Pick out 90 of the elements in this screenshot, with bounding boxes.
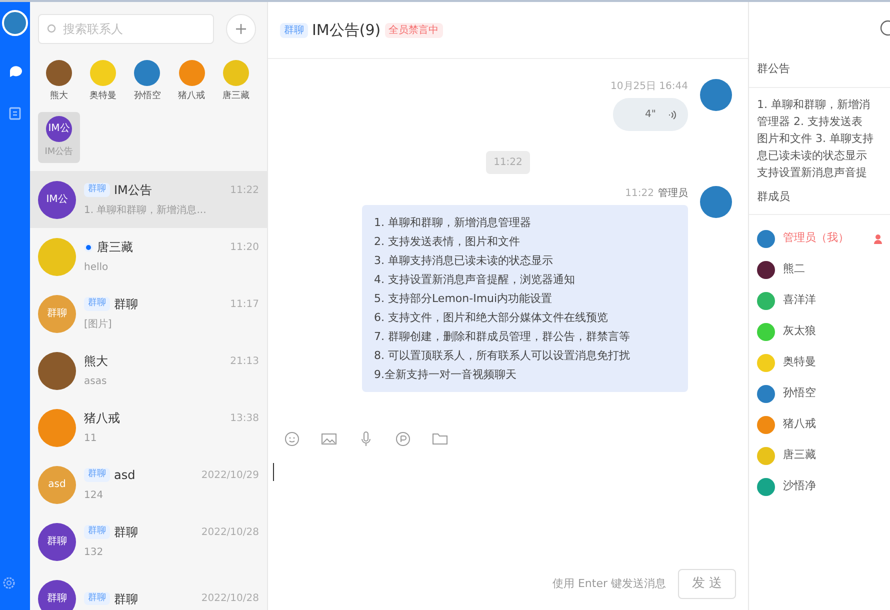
contacts-icon[interactable] bbox=[8, 106, 22, 120]
message-time: 10月25日 16:44 bbox=[610, 80, 688, 94]
add-button[interactable] bbox=[226, 14, 256, 44]
search-field[interactable]: 搜索联系人 bbox=[38, 14, 214, 44]
emoji-icon[interactable] bbox=[284, 431, 300, 447]
conversation-name: 群聊 bbox=[114, 590, 138, 608]
message-preview: asas bbox=[84, 375, 108, 389]
conversation-name: asd bbox=[114, 467, 136, 484]
members-title: 群成员 bbox=[749, 181, 890, 215]
voice-message[interactable]: 4" bbox=[613, 98, 688, 131]
message-time: 11:22 bbox=[625, 187, 654, 201]
message-preview: 1. 单聊和群聊，新增消息... bbox=[84, 204, 208, 218]
admin-icon bbox=[874, 234, 882, 244]
conversation-item[interactable]: 群聊 群聊 群聊 2022/10/28 bbox=[30, 570, 267, 610]
sender-avatar bbox=[700, 186, 732, 218]
sender-avatar bbox=[700, 79, 732, 111]
avatar: asd bbox=[38, 466, 76, 504]
chat-title: IM公告(9) bbox=[312, 20, 381, 41]
circle-icon[interactable] bbox=[395, 431, 411, 447]
group-tag: 群聊 bbox=[84, 297, 110, 311]
avatar: IM公 bbox=[46, 116, 72, 142]
group-tag: 群聊 bbox=[280, 22, 308, 38]
conversation-time: 11:20 bbox=[230, 240, 259, 254]
conversation-time: 2022/10/28 bbox=[201, 592, 259, 606]
conversation-time: 11:22 bbox=[230, 184, 259, 198]
group-tag: 群聊 bbox=[84, 183, 110, 197]
top-contact[interactable]: 奥特曼 bbox=[82, 56, 124, 108]
conversation-name: 熊大 bbox=[84, 353, 108, 370]
member-name[interactable]: 熊二 bbox=[783, 261, 805, 278]
conversation-item[interactable]: 熊大 21:13 asas bbox=[30, 342, 267, 399]
conversation-time: 2022/10/29 bbox=[201, 468, 259, 482]
image-icon[interactable] bbox=[321, 431, 337, 447]
chat-icon[interactable] bbox=[8, 64, 22, 78]
top-contact[interactable]: IM公 IM公告 bbox=[38, 112, 80, 163]
message-preview: hello bbox=[84, 261, 110, 275]
contact-name: IM公告 bbox=[44, 146, 74, 158]
conversation-item[interactable]: 群聊 群聊 群聊 2022/10/28 132 bbox=[30, 513, 267, 570]
avatar: 群聊 bbox=[38, 294, 76, 332]
conversation-item[interactable]: 猪八戒 13:38 11 bbox=[30, 399, 267, 456]
conversation-time: 13:38 bbox=[230, 412, 259, 426]
notice-text: 1. 单聊和群聊，新增消 管理器 2. 支持发送表 图片和文件 3. 单聊支持 息已读未读的状态显示 支持设置新消息声音提 bbox=[756, 97, 874, 181]
user-avatar[interactable] bbox=[2, 10, 28, 36]
conversation-time: 2022/10/28 bbox=[201, 526, 259, 540]
group-tag: 群聊 bbox=[84, 525, 110, 539]
group-tag: 群聊 bbox=[84, 468, 110, 482]
member-name[interactable]: 孙悟空 bbox=[783, 385, 816, 402]
top-contact[interactable]: 孙悟空 bbox=[126, 56, 168, 108]
mute-badge: 全员禁言中 bbox=[384, 22, 443, 38]
conversation-time: 21:13 bbox=[230, 354, 259, 368]
conversation-name: 唐三藏 bbox=[97, 239, 133, 256]
member-name[interactable]: 唐三藏 bbox=[783, 447, 816, 464]
member-name[interactable]: 奥特曼 bbox=[783, 354, 816, 371]
contact-name: 孙悟空 bbox=[134, 90, 161, 103]
conversation-name: IM公告 bbox=[114, 182, 152, 199]
send-hint: 使用 Enter 键发送消息 bbox=[552, 576, 666, 592]
member-name[interactable]: 灰太狼 bbox=[783, 323, 816, 340]
settings-icon[interactable] bbox=[2, 576, 16, 590]
member-name[interactable]: 猪八戒 bbox=[783, 416, 816, 433]
message-preview: 124 bbox=[84, 489, 104, 503]
message-preview: [图片] bbox=[84, 318, 113, 332]
member-name[interactable]: 沙悟净 bbox=[783, 478, 816, 495]
conversation-item[interactable]: 唐三藏 11:20 hello bbox=[30, 228, 267, 285]
top-contact[interactable]: 猪八戒 bbox=[170, 56, 213, 108]
message-preview: 132 bbox=[84, 546, 104, 560]
avatar: 群聊 bbox=[38, 580, 76, 610]
conversation-time: 11:17 bbox=[230, 298, 259, 312]
conversation-name: 猪八戒 bbox=[84, 410, 120, 427]
avatar: IM公 bbox=[38, 180, 76, 218]
contact-name: 奥特曼 bbox=[90, 90, 117, 103]
search-icon bbox=[47, 24, 57, 34]
conversation-name: 群聊 bbox=[114, 296, 138, 313]
conversation-name: 群聊 bbox=[114, 524, 138, 541]
sender-name: 管理员 bbox=[658, 187, 688, 201]
folder-icon[interactable] bbox=[432, 431, 448, 447]
message-bubble: 1. 单聊和群聊，新增消息管理器 2. 支持发送表情，图片和文件 3. 单聊支持消息已读未读的状态显示 4. 支持设置新消息声音提醒，浏览器通知 5. 支持部分Lemon-Imui内功能设置 6. 支持文件，图片和绝大部分媒体文件在线预览 7. 群聊创建，删除和群成员管理，群公告，群禁言等 8. 可以置顶联系人，所有联系人可以设置消息免打扰 9.全新支持一对一音视频聊天 bbox=[362, 205, 688, 392]
notice-title: 群公告 bbox=[749, 52, 890, 88]
contact-name: 熊大 bbox=[50, 90, 68, 103]
conversation-item[interactable]: asd 群聊 asd 2022/10/29 124 bbox=[30, 456, 267, 513]
message-preview: 11 bbox=[84, 432, 98, 446]
plus-icon bbox=[236, 24, 246, 34]
avatar: 群聊 bbox=[38, 522, 76, 560]
top-contact[interactable]: 唐三藏 bbox=[214, 56, 257, 108]
top-contact[interactable]: 熊大 bbox=[38, 56, 80, 108]
conversation-item[interactable]: IM公 群聊 IM公告 11:22 1. 单聊和群聊，新增消息... bbox=[30, 171, 267, 228]
contact-name: 猪八戒 bbox=[178, 90, 206, 103]
group-tag: 群聊 bbox=[84, 592, 110, 606]
member-name[interactable]: 喜洋洋 bbox=[783, 292, 816, 309]
contact-name: 唐三藏 bbox=[222, 90, 250, 103]
voice-icon bbox=[668, 110, 676, 120]
conversation-item[interactable]: 群聊 群聊 群聊 11:17 [图片] bbox=[30, 285, 267, 342]
